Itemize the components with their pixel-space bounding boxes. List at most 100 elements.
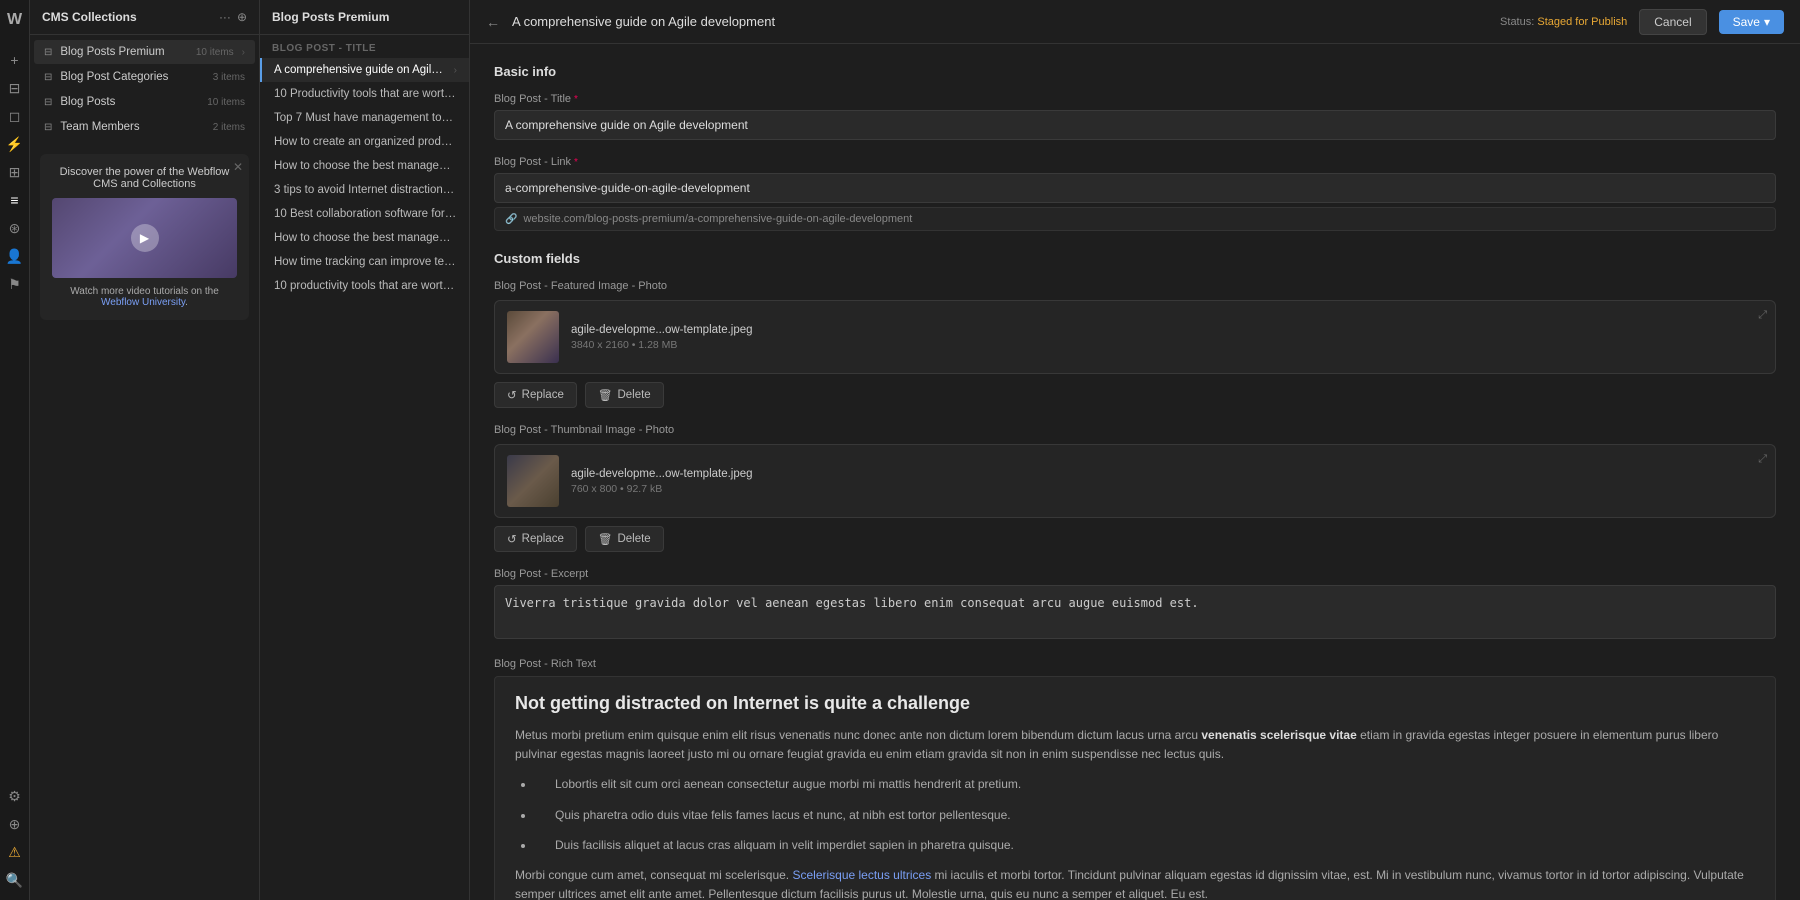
settings-icon[interactable]: ⚙ [3,784,27,808]
link-field-label: Blog Post - Link * [494,156,1776,168]
status-area: Status: Staged for Publish [1500,16,1627,28]
cancel-button[interactable]: Cancel [1639,9,1706,35]
back-button[interactable]: ← [486,14,500,30]
logo-icon: W [3,8,27,32]
search-icon[interactable]: 🔍 [3,868,27,892]
cms-panel-title: CMS Collections [42,10,137,24]
cms-add-icon[interactable]: ⊕ [237,10,247,24]
cms-more-icon[interactable]: ··· [219,10,231,24]
promo-close-icon[interactable]: ✕ [233,160,243,174]
title-required-indicator: * [574,94,578,105]
page-title: A comprehensive guide on Agile developme… [512,14,1488,29]
thumbnail-image-field-group: Blog Post - Thumbnail Image - Photo agil… [494,424,1776,552]
rich-text-link[interactable]: Scelerisque lectus ultrices [792,868,931,882]
post-list-item[interactable]: How to choose the best management... [260,154,469,178]
delete-label: Delete [617,389,650,401]
post-list-item[interactable]: 10 productivity tools that are worth c..… [260,274,469,298]
list-item: Quis pharetra odio duis vitae felis fame… [535,805,1755,825]
promo-play-icon[interactable]: ▶ [131,224,159,252]
featured-image-delete-button[interactable]: 🗑 Delete [585,382,664,408]
add-icon[interactable]: + [3,48,27,72]
link-icon: 🔗 [505,214,517,225]
replace-label: Replace [522,389,564,401]
rich-text-list: Lobortis elit sit cum orci aenean consec… [515,774,1755,855]
collection-icon: ⊟ [44,122,52,133]
cms-panel-actions: ··· ⊕ [219,10,247,24]
rich-text-content[interactable]: Not getting distracted on Internet is qu… [494,676,1776,900]
collection-icon: ⊟ [44,47,52,58]
title-input[interactable] [494,110,1776,140]
webflow-university-link[interactable]: Webflow University [101,297,185,308]
status-badge[interactable]: Staged for Publish [1537,16,1627,28]
post-item-text: How to choose the best management... [274,232,457,244]
post-item-text: A comprehensive guide on Agile deve... [274,64,448,76]
custom-fields-heading: Custom fields [494,251,1776,266]
post-list-item[interactable]: How time tracking can improve team ... [260,250,469,274]
cms-collection-item[interactable]: ⊟ Team Members 2 items [34,115,255,139]
post-list-item[interactable]: 3 tips to avoid Internet distractions at… [260,178,469,202]
lightning-icon[interactable]: ⚡ [3,132,27,156]
cms-collection-item[interactable]: ⊟ Blog Posts 10 items [34,90,255,114]
featured-image-expand-icon[interactable]: ⤢ [1758,309,1767,322]
featured-image-meta: 3840 x 2160 • 1.28 MB [571,339,1763,351]
rich-text-paragraph-1: Metus morbi pretium enim quisque enim el… [515,726,1755,764]
content-scroll-area: Basic info Blog Post - Title * Blog Post… [470,44,1800,900]
collection-count: 2 items [213,122,245,133]
thumbnail-image-replace-button[interactable]: ↺ Replace [494,526,577,552]
posts-panel-title: Blog Posts Premium [272,10,389,24]
post-list-item[interactable]: 10 Productivity tools that are worth c..… [260,82,469,106]
post-list-item[interactable]: How to choose the best management... [260,226,469,250]
link-input[interactable] [494,173,1776,203]
rich-text-heading-1: Not getting distracted on Internet is qu… [515,693,1755,714]
promo-watch-text: Watch more video tutorials on the Webflo… [52,286,237,308]
integrations-icon[interactable]: ⊕ [3,812,27,836]
user-icon[interactable]: 👤 [3,244,27,268]
cms-collection-item[interactable]: ⊟ Blog Posts Premium 10 items › [34,40,255,64]
replace-label: Replace [522,533,564,545]
collection-name: Blog Posts [60,96,199,108]
post-list-item[interactable]: 10 Best collaboration software for you..… [260,202,469,226]
post-list-item[interactable]: How to create an organized productiv... [260,130,469,154]
collection-name: Blog Posts Premium [60,46,187,58]
promo-video[interactable]: ▶ [52,198,237,278]
cms-icon[interactable]: ≡ [3,188,27,212]
status-label: Status: [1500,16,1534,28]
shapes-icon[interactable]: ◻ [3,104,27,128]
thumbnail-image-actions: ↺ Replace 🗑 Delete [494,526,1776,552]
url-full-text: website.com/blog-posts-premium/a-compreh… [523,213,912,225]
post-list-item[interactable]: A comprehensive guide on Agile deve... › [260,58,469,82]
save-button[interactable]: Save ▾ [1719,10,1784,34]
featured-image-label: Blog Post - Featured Image - Photo [494,280,1776,292]
layers-icon[interactable]: ⊟ [3,76,27,100]
posts-list: Blog Post - Title A comprehensive guide … [260,35,469,900]
excerpt-field-group: Blog Post - Excerpt Viverra tristique gr… [494,568,1776,642]
collection-count: 10 items [207,97,245,108]
featured-image-info: agile-developme...ow-template.jpeg 3840 … [571,324,1763,351]
post-item-text: 3 tips to avoid Internet distractions at… [274,184,457,196]
post-list-item[interactable]: Top 7 Must have management tools f... [260,106,469,130]
post-item-text: How to choose the best management... [274,160,457,172]
thumbnail-image-info: agile-developme...ow-template.jpeg 760 x… [571,468,1763,495]
collection-icon: ⊟ [44,72,52,83]
collection-count: 3 items [213,72,245,83]
featured-image-replace-button[interactable]: ↺ Replace [494,382,577,408]
promo-title: Discover the power of the Webflow CMS an… [52,166,237,190]
thumbnail-image-name: agile-developme...ow-template.jpeg [571,468,1763,480]
post-item-text: How time tracking can improve team ... [274,256,457,268]
posts-section-label: Blog Post - Title [260,35,469,58]
title-field-group: Blog Post - Title * [494,93,1776,140]
ecommerce-icon[interactable]: ⊛ [3,216,27,240]
cms-collection-item[interactable]: ⊟ Blog Post Categories 3 items [34,65,255,89]
featured-image-card: agile-developme...ow-template.jpeg 3840 … [494,300,1776,374]
excerpt-textarea[interactable]: Viverra tristique gravida dolor vel aene… [494,585,1776,639]
thumbnail-image-delete-button[interactable]: 🗑 Delete [585,526,664,552]
post-item-text: Top 7 Must have management tools f... [274,112,457,124]
flag-icon[interactable]: ⚑ [3,272,27,296]
link-field-group: Blog Post - Link * 🔗 website.com/blog-po… [494,156,1776,231]
save-label: Save [1733,15,1760,29]
thumbnail-image-expand-icon[interactable]: ⤢ [1758,453,1767,466]
grid-icon[interactable]: ⊞ [3,160,27,184]
warning-icon[interactable]: ⚠ [3,840,27,864]
basic-info-heading: Basic info [494,64,1776,79]
title-field-label: Blog Post - Title * [494,93,1776,105]
